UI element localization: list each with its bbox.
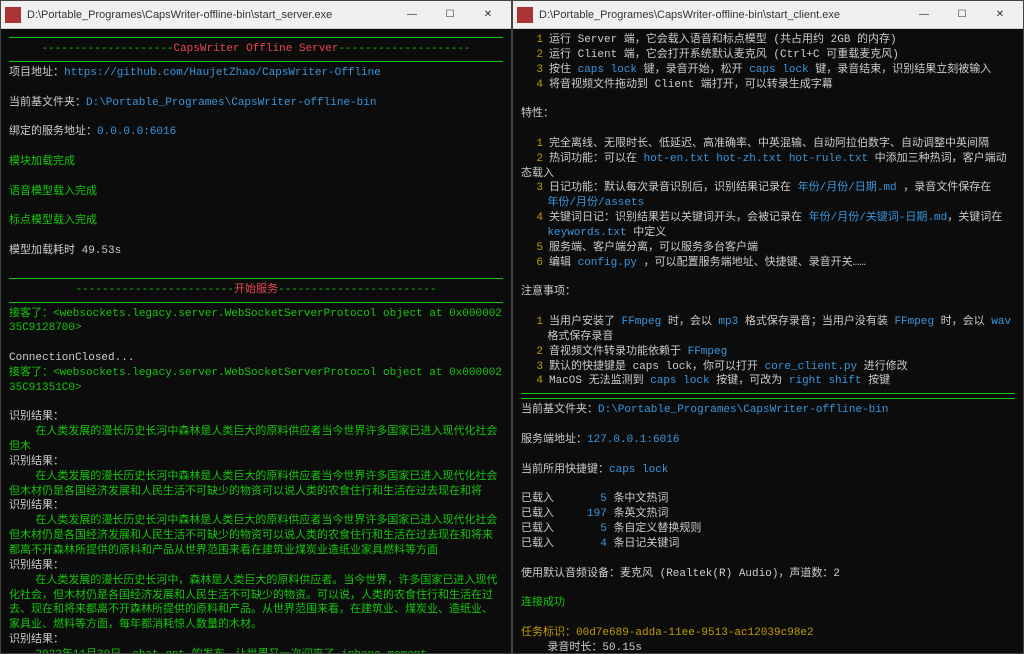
result-2: 在人类发展的漫长历史长河中森林是人类巨大的原料供应者当今世界许多国家已进入现代化… (9, 470, 503, 500)
result-5: 2022年11月30日，chat gpt 的发布，让世界又一次迎来了 iphon… (9, 648, 503, 653)
conn1: <websockets.legacy.server.WebSocketServe… (9, 308, 502, 335)
close-button[interactable]: ✕ (469, 2, 507, 28)
rec-dur-1: 50.15s (602, 642, 642, 653)
app-icon (5, 7, 21, 23)
punc-loaded: 标点模型载入完成 (9, 214, 503, 229)
conn2: <websockets.legacy.server.WebSocketServe… (9, 367, 502, 394)
load-time: 49.53s (82, 245, 122, 257)
minimize-button[interactable]: — (905, 2, 943, 28)
client-window: D:\Portable_Programes\CapsWriter-offline… (512, 0, 1024, 654)
result-1: 在人类发展的漫长历史长河中森林是人类巨大的原料供应者当今世界许多国家已进入现代化… (9, 425, 503, 455)
client-title: D:\Portable_Programes\CapsWriter-offline… (539, 9, 905, 21)
result-4: 在人类发展的漫长历史长河中，森林是人类巨大的原料供应者。当今世界，许多国家已进入… (9, 574, 503, 633)
server-addr: 127.0.0.1:6016 (587, 434, 679, 446)
project-label: 项目地址： (9, 67, 64, 79)
task1-id: 00d7e689-adda-11ee-9513-ac12039c98e2 (576, 627, 814, 639)
client-base-path: D:\Portable_Programes\CapsWriter-offline… (598, 404, 888, 416)
server-terminal[interactable]: --------------------CapsWriter Offline S… (1, 29, 511, 653)
audio-device: 使用默认音频设备：麦克风 (Realtek(R) Audio)，声道数：2 (521, 567, 1015, 582)
service-title: 开始服务 (234, 284, 278, 296)
bind-addr: 0.0.0.0:6016 (97, 126, 176, 138)
notes-label: 注意事项： (521, 285, 1015, 300)
minimize-button[interactable]: — (393, 2, 431, 28)
close-button[interactable]: ✕ (981, 2, 1019, 28)
features-label: 特性： (521, 107, 1015, 122)
banner: --------------------CapsWriter Offline S… (9, 42, 503, 57)
connected: 连接成功 (521, 596, 1015, 611)
lang-loaded: 语音模型载入完成 (9, 185, 503, 200)
hotkey: caps lock (609, 464, 668, 476)
client-titlebar[interactable]: D:\Portable_Programes\CapsWriter-offline… (513, 1, 1023, 29)
module-loaded: 模块加载完成 (9, 155, 503, 170)
result-3: 在人类发展的漫长历史长河中森林是人类巨大的原料供应者当今世界许多国家已进入现代化… (9, 514, 503, 559)
maximize-button[interactable]: ☐ (943, 2, 981, 28)
app-icon (517, 7, 533, 23)
server-title: D:\Portable_Programes\CapsWriter-offline… (27, 9, 393, 21)
base-path: D:\Portable_Programes\CapsWriter-offline… (86, 97, 376, 109)
server-window: D:\Portable_Programes\CapsWriter-offline… (0, 0, 512, 654)
client-terminal[interactable]: 1运行 Server 端，它会载入语音和标点模型 (共占用约 2GB 的内存) … (513, 29, 1023, 653)
project-url: https://github.com/HaujetZhao/CapsWriter… (64, 67, 381, 79)
conn-closed: ConnectionClosed... (9, 351, 503, 366)
maximize-button[interactable]: ☐ (431, 2, 469, 28)
server-titlebar[interactable]: D:\Portable_Programes\CapsWriter-offline… (1, 1, 511, 29)
